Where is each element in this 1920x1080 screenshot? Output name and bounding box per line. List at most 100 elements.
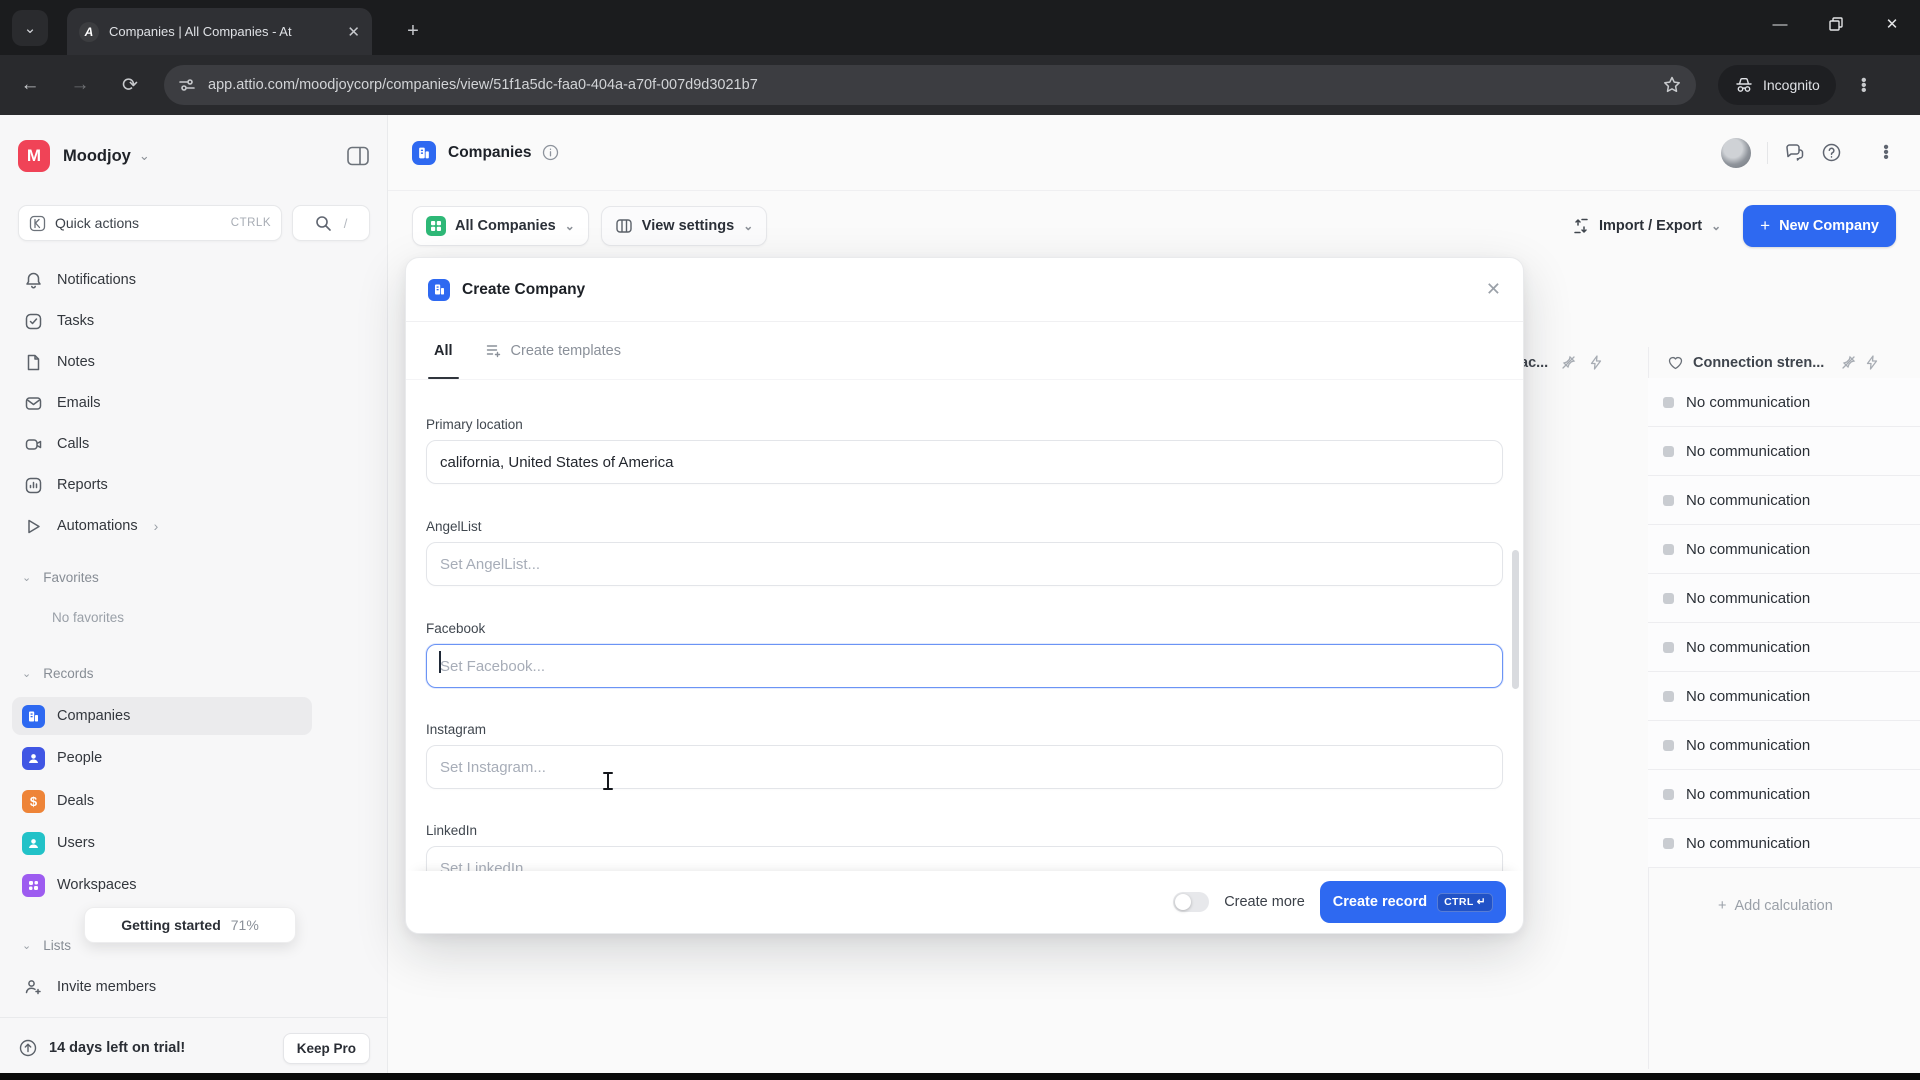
forward-button[interactable]: → [60, 65, 100, 105]
main-area: Companies • • • All Companies ⌄ View set… [388, 115, 1920, 1073]
chevron-down-icon: ⌄ [1711, 219, 1722, 233]
table-row[interactable]: No communication [1648, 476, 1920, 525]
sidebar-item-people[interactable]: People [12, 739, 312, 777]
sidebar-item-tasks[interactable]: Tasks [12, 302, 312, 340]
table-row[interactable]: No communication [1648, 378, 1920, 427]
add-calculation-button[interactable]: + Add calculation [1648, 868, 1920, 943]
sidebar-item-automations[interactable]: Automations › [12, 507, 312, 545]
quick-actions-button[interactable]: Quick actions CTRLK [18, 205, 282, 241]
view-selector-button[interactable]: All Companies ⌄ [412, 206, 589, 246]
linkedin-input[interactable] [426, 846, 1503, 873]
tab-title: Companies | All Companies - At [109, 24, 292, 39]
import-export-button[interactable]: Import / Export ⌄ [1562, 206, 1731, 246]
more-options-icon[interactable]: • • • [1876, 140, 1896, 166]
lightning-icon[interactable] [1589, 355, 1603, 370]
sidebar-item-emails[interactable]: Emails [12, 384, 312, 422]
sidebar-item-users[interactable]: Users [12, 824, 312, 862]
import-export-label: Import / Export [1598, 218, 1703, 234]
browser-menu-icon[interactable]: • • • [1854, 72, 1874, 98]
sidebar-item-notes[interactable]: Notes [12, 343, 312, 381]
info-icon[interactable] [542, 144, 559, 161]
table-row[interactable]: No communication [1648, 770, 1920, 819]
pin-slash-icon[interactable] [1841, 355, 1856, 370]
table-row[interactable]: No communication [1648, 574, 1920, 623]
table-row[interactable]: No communication [1648, 427, 1920, 476]
sidebar-item-calls[interactable]: Calls [12, 425, 312, 463]
chevron-down-icon: ⌄ [22, 571, 32, 584]
sidebar-item-notifications[interactable]: Notifications [12, 261, 312, 299]
sidebar: M Moodjoy ⌄ Quick actions CTRLK / Notifi… [0, 115, 388, 1073]
sidebar-item-label: Calls [57, 436, 90, 452]
bookmark-star-icon[interactable] [1662, 75, 1682, 95]
sidebar-item-label: Reports [57, 477, 108, 493]
modal-scrollbar[interactable] [1512, 550, 1519, 689]
address-bar[interactable]: app.attio.com/moodjoycorp/companies/view… [164, 65, 1696, 105]
sidebar-item-reports[interactable]: Reports [12, 466, 312, 504]
table-row[interactable]: No communication [1648, 721, 1920, 770]
tab-search-button[interactable]: ⌄ [12, 10, 48, 46]
create-record-button[interactable]: Create record CTRL ↵ [1319, 881, 1506, 923]
window-controls: — ✕ [1752, 0, 1920, 48]
browser-tab[interactable]: A Companies | All Companies - At ✕ [67, 8, 372, 55]
view-settings-button[interactable]: View settings ⌄ [600, 206, 768, 246]
table-column-connection-strength[interactable]: Connection stren... [1667, 354, 1879, 371]
angellist-input[interactable] [426, 542, 1503, 586]
new-tab-button[interactable]: + [398, 16, 428, 46]
main-header: Companies • • • [388, 115, 1920, 191]
chat-icon[interactable] [1784, 142, 1805, 163]
view-selector-label: All Companies [455, 218, 556, 234]
create-more-toggle[interactable] [1173, 892, 1210, 912]
table-row[interactable]: No communication [1648, 672, 1920, 721]
lightning-icon[interactable] [1865, 355, 1879, 370]
key-k-icon [29, 215, 46, 231]
table-column-partial[interactable]: ac... [1520, 355, 1603, 371]
minimize-button[interactable]: — [1752, 0, 1808, 48]
collapse-sidebar-icon[interactable] [346, 145, 370, 167]
status-bullet-icon [1663, 445, 1674, 457]
table-row[interactable]: No communication [1648, 819, 1920, 868]
heart-icon [1668, 356, 1683, 370]
modal-body: Primary location AngelList Facebook [406, 380, 1523, 873]
sidebar-item-workspaces[interactable]: Workspaces [12, 866, 312, 904]
tab-close-icon[interactable]: ✕ [347, 23, 360, 41]
play-icon [28, 519, 40, 533]
workspace-switcher[interactable]: M Moodjoy ⌄ [18, 139, 370, 173]
back-button[interactable]: ← [10, 65, 50, 105]
field-linkedin: LinkedIn [426, 823, 1503, 873]
tab-all[interactable]: All [428, 322, 459, 379]
note-icon [27, 354, 40, 370]
search-button[interactable]: / [292, 205, 370, 241]
keep-pro-button[interactable]: Keep Pro [282, 1032, 370, 1064]
facebook-input[interactable] [426, 644, 1503, 688]
primary-location-input[interactable] [426, 440, 1503, 484]
field-label: LinkedIn [426, 823, 478, 838]
url-text[interactable]: app.attio.com/moodjoycorp/companies/view… [208, 77, 1650, 93]
favorites-section-header[interactable]: ⌄ Favorites [22, 562, 322, 592]
help-icon[interactable] [1821, 142, 1842, 163]
companies-icon [22, 704, 45, 728]
sidebar-item-companies[interactable]: Companies [12, 697, 312, 735]
pin-slash-icon[interactable] [1561, 355, 1576, 370]
refresh-button[interactable]: ⟳ [110, 65, 150, 105]
cell-value: No communication [1686, 442, 1811, 460]
status-bullet-icon [1663, 690, 1674, 702]
restore-button[interactable] [1808, 0, 1864, 48]
site-info-icon[interactable] [178, 76, 196, 94]
table-row[interactable]: No communication [1648, 623, 1920, 672]
getting-started-pill[interactable]: Getting started 71% [84, 907, 296, 943]
tab-create-templates[interactable]: Create templates [485, 342, 621, 359]
templates-icon [486, 345, 500, 358]
new-company-button[interactable]: + New Company [1743, 205, 1896, 247]
chevron-right-icon: › [153, 518, 159, 534]
create-company-modal: Create Company ✕ All Create templates Pr… [405, 257, 1524, 934]
close-icon[interactable]: ✕ [1486, 279, 1501, 300]
sidebar-item-label: Users [57, 835, 95, 851]
close-window-button[interactable]: ✕ [1864, 0, 1920, 48]
sidebar-item-deals[interactable]: $ Deals [12, 782, 312, 820]
table-row[interactable]: No communication [1648, 525, 1920, 574]
instagram-input[interactable] [426, 745, 1503, 789]
invite-members-button[interactable]: Invite members [12, 968, 312, 1006]
status-bullet-icon [1663, 592, 1674, 604]
records-section-header[interactable]: ⌄ Records [22, 658, 322, 688]
avatar[interactable] [1721, 137, 1751, 168]
